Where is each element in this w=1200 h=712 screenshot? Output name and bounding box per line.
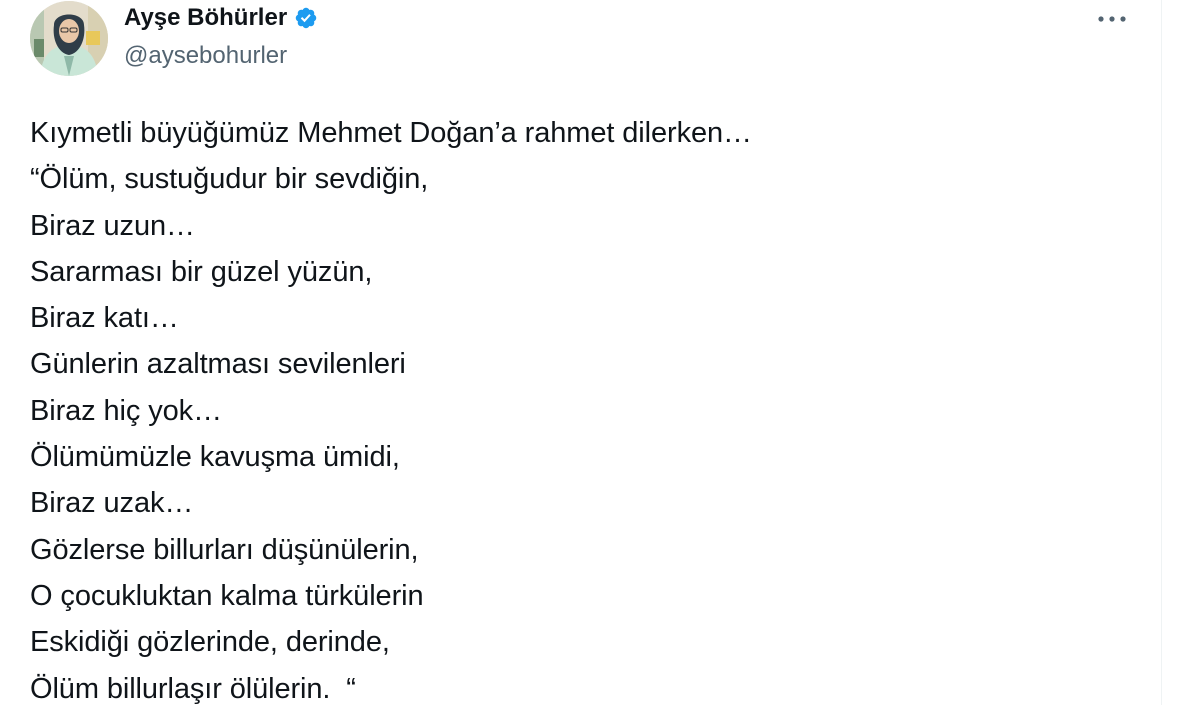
verified-badge-icon bbox=[294, 6, 318, 30]
tweet-text-line: O çocukluktan kalma türkülerin bbox=[30, 579, 424, 612]
more-options-button[interactable] bbox=[1090, 6, 1134, 32]
tweet-text-line: Biraz uzun… bbox=[30, 209, 195, 242]
tweet-text-line: Günlerin azaltması sevilenleri bbox=[30, 348, 406, 381]
tweet-text-line: Biraz katı… bbox=[30, 302, 179, 335]
display-name[interactable]: Ayşe Böhürler bbox=[124, 2, 287, 34]
tweet-text: Kıymetli büyüğümüz Mehmet Doğan’a rahmet… bbox=[30, 110, 1140, 712]
tweet-text-line: Kıymetli büyüğümüz Mehmet Doğan’a rahmet… bbox=[30, 117, 752, 149]
tweet-text-line: Eskidiği gözlerinde, derinde, bbox=[30, 626, 390, 659]
avatar[interactable] bbox=[30, 1, 108, 76]
more-horizontal-icon bbox=[1098, 16, 1126, 22]
tweet: Ayşe Böhürler @aysebohurler Kıymetli büy… bbox=[0, 0, 1162, 705]
tweet-text-line: Ölümümüzle kavuşma ümidi, bbox=[30, 441, 400, 474]
author-handle[interactable]: @aysebohurler bbox=[124, 40, 287, 72]
author-row: Ayşe Böhürler bbox=[124, 2, 318, 34]
tweet-text-line: Gözlerse billurları düşünülerin, bbox=[30, 533, 419, 566]
tweet-text-line: “Ölüm, sustuğudur bir sevdiğin, bbox=[30, 163, 429, 196]
tweet-text-line: Biraz hiç yok… bbox=[30, 394, 222, 427]
tweet-text-line: Sararması bir güzel yüzün, bbox=[30, 255, 373, 288]
tweet-text-line: Biraz uzak… bbox=[30, 487, 194, 520]
profile-photo bbox=[30, 1, 108, 76]
